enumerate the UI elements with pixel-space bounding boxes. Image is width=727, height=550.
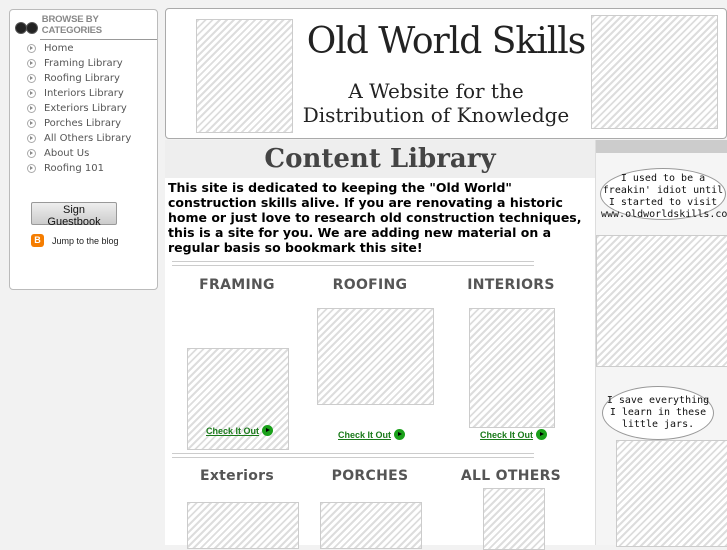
nav-exteriors-library[interactable]: Exteriors Library xyxy=(27,101,131,116)
link-label: Check It Out xyxy=(206,425,260,436)
speech-bubble-1: I used to be a freakin' idiot until I st… xyxy=(600,168,727,220)
site-subtitle: A Website for the Distribution of Knowled… xyxy=(276,79,596,127)
interiors-illustration[interactable] xyxy=(469,308,555,428)
category-interiors: INTERIORS xyxy=(441,277,581,293)
content-title: Content Library xyxy=(165,140,595,178)
right-column: I used to be a freakin' idiot until I st… xyxy=(595,140,727,547)
nav-interiors-library[interactable]: Interiors Library xyxy=(27,86,131,101)
sidebar-title: BROWSE BY CATEGORIES xyxy=(39,14,157,40)
category-porches: PORCHES xyxy=(300,468,440,484)
check-it-out-roofing-link[interactable]: Check It Out xyxy=(338,429,406,440)
link-label: Check It Out xyxy=(480,429,534,440)
category-title: ALL OTHERS xyxy=(460,468,562,484)
nav-all-others-library[interactable]: All Others Library xyxy=(27,131,131,146)
blog-link[interactable]: B Jump to the blog xyxy=(31,234,119,247)
idiot-man-illustration xyxy=(596,235,727,367)
bullet-arrow-icon xyxy=(27,59,36,68)
bullet-arrow-icon xyxy=(27,104,36,113)
green-arrow-icon xyxy=(536,429,548,440)
check-it-out-interiors-link[interactable]: Check It Out xyxy=(480,429,548,440)
nav-label: Interiors Library xyxy=(44,88,124,99)
carpenter-illustration xyxy=(591,15,718,129)
bullet-arrow-icon xyxy=(27,89,36,98)
category-title: Exteriors xyxy=(199,468,275,484)
content-area: Content Library This site is dedicated t… xyxy=(165,140,595,550)
blog-link-label: Jump to the blog xyxy=(52,235,119,246)
site-header: Old World Skills A Website for the Distri… xyxy=(165,8,727,139)
nav-label: Roofing 101 xyxy=(44,163,104,174)
nav-label: About Us xyxy=(44,148,90,159)
category-title: INTERIORS xyxy=(467,277,555,293)
category-title: PORCHES xyxy=(331,468,409,484)
category-all-others: ALL OTHERS xyxy=(441,468,581,484)
all-others-illustration[interactable] xyxy=(483,488,545,550)
divider xyxy=(172,261,534,266)
porches-illustration[interactable] xyxy=(320,502,422,549)
bullet-arrow-icon xyxy=(27,164,36,173)
speech-bubble-2: I save everything I learn in these littl… xyxy=(602,386,714,440)
right-column-top-bar xyxy=(596,140,727,153)
bullet-arrow-icon xyxy=(27,119,36,128)
binoculars-icon xyxy=(14,20,38,34)
nav-home[interactable]: Home xyxy=(27,41,131,56)
category-title: FRAMING xyxy=(199,277,275,293)
nav-label: Framing Library xyxy=(44,58,123,69)
category-roofing: ROOFING xyxy=(300,277,440,293)
sidebar-header: BROWSE BY CATEGORIES xyxy=(14,14,157,40)
green-arrow-icon xyxy=(262,425,274,436)
nav-label: All Others Library xyxy=(44,133,132,144)
sign-guestbook-button[interactable]: Sign Guestbook xyxy=(31,202,117,228)
jar-man-illustration xyxy=(616,440,727,547)
nav-label: Porches Library xyxy=(44,118,122,129)
sidebar-nav: Home Framing Library Roofing Library Int… xyxy=(27,41,131,176)
nav-roofing-library[interactable]: Roofing Library xyxy=(27,71,131,86)
subtitle-line: Distribution of Knowledge xyxy=(302,103,570,127)
category-framing: FRAMING xyxy=(167,277,307,293)
nav-framing-library[interactable]: Framing Library xyxy=(27,56,131,71)
divider xyxy=(172,453,534,458)
link-label: Check It Out xyxy=(338,429,392,440)
bullet-arrow-icon xyxy=(27,149,36,158)
category-title: ROOFING xyxy=(332,277,408,293)
nav-porches-library[interactable]: Porches Library xyxy=(27,116,131,131)
site-title: Old World Skills xyxy=(306,21,586,62)
sidebar: BROWSE BY CATEGORIES Home Framing Librar… xyxy=(9,9,158,290)
exteriors-illustration[interactable] xyxy=(187,502,299,549)
subtitle-line: A Website for the xyxy=(348,79,524,103)
category-exteriors: Exteriors xyxy=(167,468,307,484)
bullet-arrow-icon xyxy=(27,44,36,53)
blogger-icon: B xyxy=(31,234,44,247)
bullet-arrow-icon xyxy=(27,134,36,143)
bullet-arrow-icon xyxy=(27,74,36,83)
check-it-out-framing-link[interactable]: Check It Out xyxy=(206,425,274,436)
nav-label: Home xyxy=(44,43,74,54)
roofing-illustration[interactable] xyxy=(317,308,434,405)
nav-roofing-101[interactable]: Roofing 101 xyxy=(27,161,131,176)
nav-about-us[interactable]: About Us xyxy=(27,146,131,161)
intro-text: This site is dedicated to keeping the "O… xyxy=(168,180,582,255)
green-arrow-icon xyxy=(394,429,406,440)
nav-label: Exteriors Library xyxy=(44,103,127,114)
nav-label: Roofing Library xyxy=(44,73,120,84)
